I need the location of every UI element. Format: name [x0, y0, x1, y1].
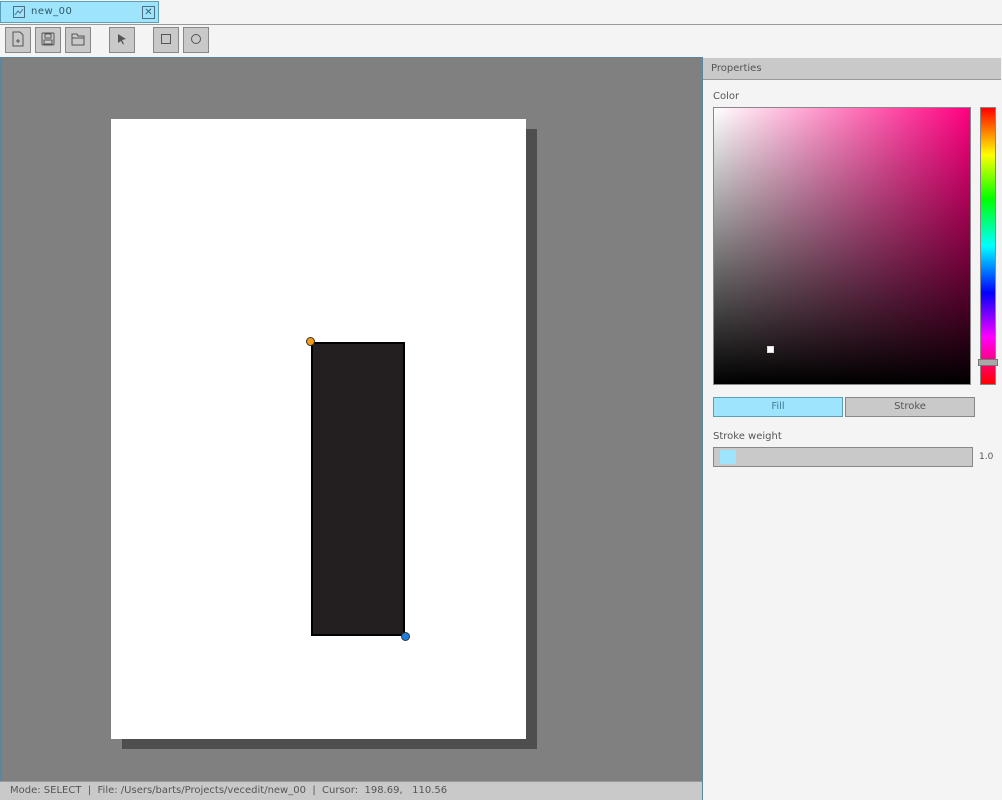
resize-handle-top-left[interactable]: [306, 337, 315, 346]
stroke-weight-label: Stroke weight: [713, 431, 782, 442]
color-label: Color: [713, 91, 740, 102]
cursor-icon: [115, 32, 129, 49]
circle-icon: [189, 32, 203, 49]
open-button[interactable]: [65, 27, 91, 53]
status-bar: Mode: SELECT | File: /Users/barts/Projec…: [0, 781, 702, 800]
stroke-weight-slider[interactable]: [713, 447, 973, 467]
tab-new-00[interactable]: new_00 ✕: [0, 1, 159, 23]
hue-slider-handle[interactable]: [978, 359, 998, 366]
stroke-weight-slider-thumb[interactable]: [720, 450, 736, 464]
hue-slider[interactable]: [980, 107, 996, 385]
stroke-button[interactable]: Stroke: [845, 397, 975, 417]
panel-title: Properties: [703, 58, 1001, 80]
save-icon: [40, 31, 56, 50]
stroke-weight-value: 1.0: [979, 452, 994, 462]
square-icon: [159, 32, 173, 49]
close-icon[interactable]: ✕: [142, 6, 155, 19]
save-button[interactable]: [35, 27, 61, 53]
saturation-value-picker[interactable]: [713, 107, 971, 385]
tab-bar: new_00 ✕: [0, 0, 1002, 25]
drawing-canvas[interactable]: [0, 57, 702, 781]
tab-label: new_00: [31, 6, 73, 17]
select-tool-button[interactable]: [109, 27, 135, 53]
toolbar: [0, 25, 1002, 58]
color-picker-marker[interactable]: [767, 346, 774, 353]
resize-handle-bottom-right[interactable]: [401, 632, 410, 641]
new-file-icon: [10, 31, 26, 50]
properties-panel: Properties Color Fill Stroke Stroke weig…: [702, 57, 1002, 800]
rectangle-tool-button[interactable]: [153, 27, 179, 53]
rectangle-shape[interactable]: [311, 342, 405, 636]
ellipse-tool-button[interactable]: [183, 27, 209, 53]
new-file-button[interactable]: [5, 27, 31, 53]
image-icon: [13, 6, 25, 18]
open-icon: [70, 31, 86, 50]
fill-button[interactable]: Fill: [713, 397, 843, 417]
